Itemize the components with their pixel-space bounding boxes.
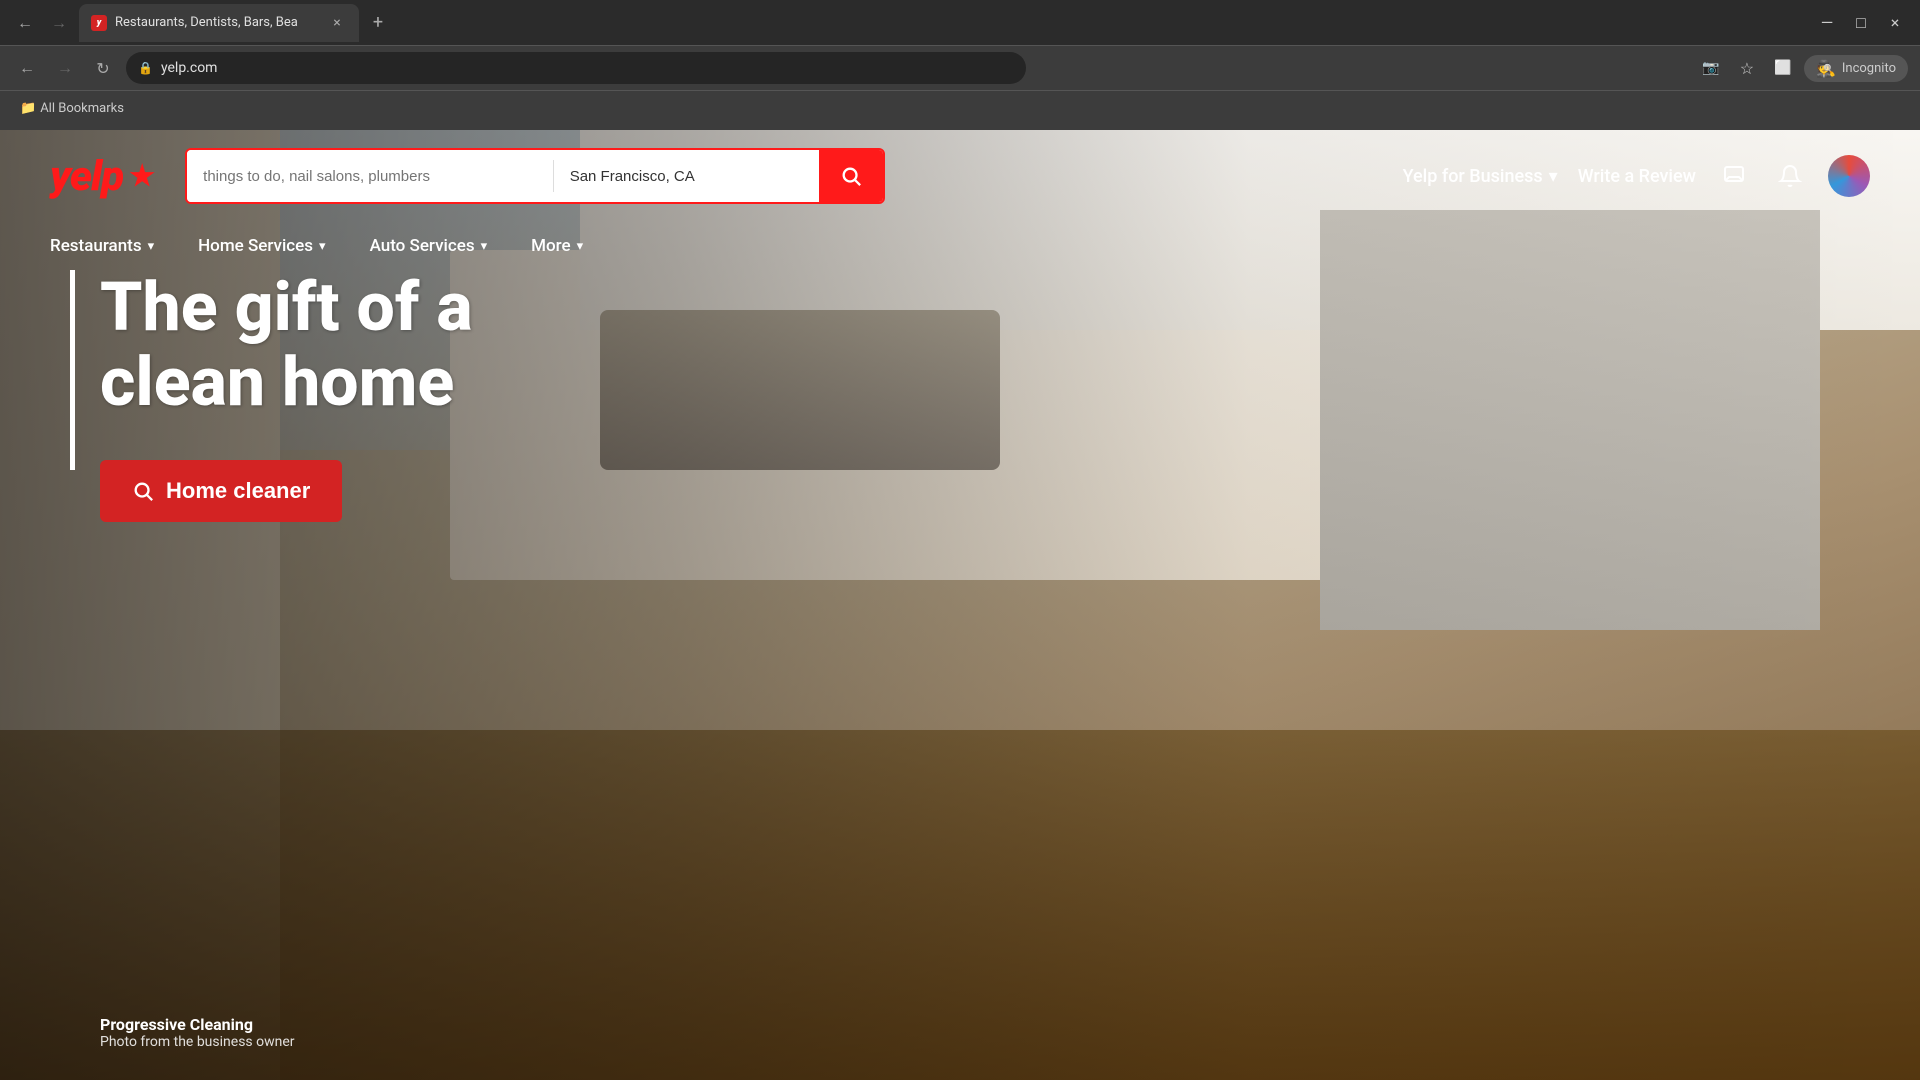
minimize-button[interactable]: — (1812, 8, 1842, 38)
tab-favicon: y (91, 15, 107, 31)
toolbar-right: 📷 ☆ ⬜ 🕵 Incognito (1696, 53, 1908, 83)
sidebar-icon[interactable]: ⬜ (1768, 53, 1798, 83)
photo-credit-business-name: Progressive Cleaning (100, 1015, 295, 1034)
yelp-for-business-label: Yelp for Business (1403, 166, 1543, 187)
url-text: yelp.com (161, 60, 218, 76)
write-review-link[interactable]: Write a Review (1578, 166, 1696, 187)
back-button[interactable]: ← (10, 8, 40, 38)
maximize-button[interactable]: □ (1846, 8, 1876, 38)
lock-icon: 🔒 (138, 61, 153, 75)
search-what-input[interactable] (187, 150, 553, 202)
restaurants-chevron-icon: ▾ (148, 239, 155, 254)
toolbar-back-button[interactable]: ← (12, 53, 42, 83)
subnav-auto-services[interactable]: Auto Services ▾ (348, 222, 510, 270)
auto-services-chevron-icon: ▾ (481, 239, 488, 254)
forward-button[interactable]: → (44, 8, 74, 38)
photo-credit: Progressive Cleaning Photo from the busi… (100, 1015, 295, 1050)
incognito-badge[interactable]: 🕵 Incognito (1804, 55, 1908, 82)
search-button[interactable] (819, 150, 883, 202)
subnav-home-services[interactable]: Home Services ▾ (176, 222, 347, 270)
more-chevron-icon: ▾ (577, 239, 584, 254)
yelp-subnav: Restaurants ▾ Home Services ▾ Auto Servi… (0, 222, 1920, 270)
photo-credit-subtitle: Photo from the business owner (100, 1034, 295, 1050)
bell-icon (1778, 164, 1802, 188)
bookmarks-label: All Bookmarks (40, 101, 124, 116)
hero-accent-bar (70, 270, 75, 470)
tab-title: Restaurants, Dentists, Bars, Bea (115, 15, 319, 30)
yelp-header-right: Yelp for Business ▾ Write a Review (1403, 155, 1870, 197)
incognito-label: Incognito (1842, 61, 1896, 76)
hero-content: The gift of a clean home Home cleaner (100, 270, 600, 522)
yelp-logo[interactable]: yelp (50, 152, 155, 201)
chevron-down-icon: ▾ (1549, 166, 1558, 187)
write-review-label: Write a Review (1578, 166, 1696, 187)
bookmarks-bar: 📁 All Bookmarks (0, 90, 1920, 125)
tab-bar: ← → y Restaurants, Dentists, Bars, Bea ×… (0, 0, 1920, 45)
search-bar (185, 148, 885, 204)
tab-nav: ← → (10, 8, 74, 38)
bookmark-star-icon[interactable]: ☆ (1732, 53, 1762, 83)
hero-cta-label: Home cleaner (166, 478, 310, 504)
incognito-camera-icon: 📷 (1696, 53, 1726, 83)
search-icon (840, 165, 862, 187)
yelp-nav: yelp Yelp for Business ▾ (0, 130, 1920, 222)
active-tab[interactable]: y Restaurants, Dentists, Bars, Bea × (79, 4, 359, 42)
address-bar[interactable]: 🔒 yelp.com (126, 52, 1026, 84)
home-services-label: Home Services (198, 236, 313, 256)
tab-close-button[interactable]: × (327, 13, 347, 33)
incognito-hat-icon: 🕵 (1816, 59, 1836, 78)
subnav-more[interactable]: More ▾ (509, 222, 605, 270)
yelp-header: yelp Yelp for Business ▾ (0, 130, 1920, 270)
auto-services-label: Auto Services (370, 236, 475, 256)
all-bookmarks-folder[interactable]: 📁 All Bookmarks (12, 97, 132, 120)
yelp-for-business-link[interactable]: Yelp for Business ▾ (1403, 166, 1558, 187)
toolbar-reload-button[interactable]: ↻ (88, 53, 118, 83)
subnav-restaurants[interactable]: Restaurants ▾ (50, 222, 176, 270)
close-window-button[interactable]: × (1880, 8, 1910, 38)
user-avatar[interactable] (1828, 155, 1870, 197)
more-label: More (531, 236, 570, 256)
yelp-wordmark: yelp (50, 152, 123, 201)
home-cleaner-cta-button[interactable]: Home cleaner (100, 460, 342, 522)
yelp-site: yelp Yelp for Business ▾ (0, 130, 1920, 1080)
search-where-input[interactable] (554, 150, 819, 202)
restaurants-label: Restaurants (50, 236, 142, 256)
messages-icon[interactable] (1716, 158, 1752, 194)
folder-icon: 📁 (20, 101, 36, 116)
home-services-chevron-icon: ▾ (319, 239, 326, 254)
browser-chrome: ← → y Restaurants, Dentists, Bars, Bea ×… (0, 0, 1920, 130)
cta-search-icon (132, 480, 154, 502)
new-tab-button[interactable]: + (364, 9, 392, 37)
messages-svg-icon (1722, 164, 1746, 188)
toolbar-forward-button[interactable]: → (50, 53, 80, 83)
notifications-icon[interactable] (1772, 158, 1808, 194)
hero-title: The gift of a clean home (100, 270, 600, 420)
yelp-burst-icon (129, 163, 155, 189)
browser-toolbar: ← → ↻ 🔒 yelp.com 📷 ☆ ⬜ 🕵 Incognito (0, 45, 1920, 90)
